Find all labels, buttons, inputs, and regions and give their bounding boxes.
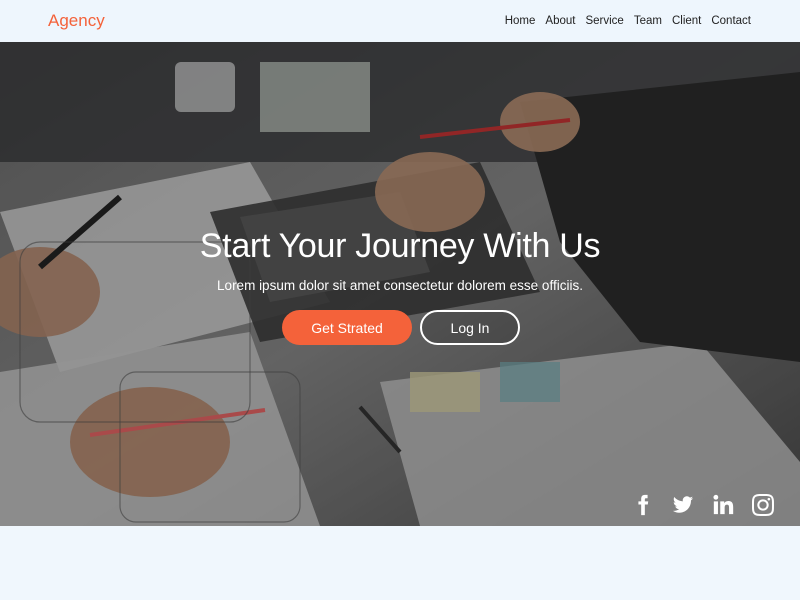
hero-subtitle: Lorem ipsum dolor sit amet consectetur d… — [217, 278, 583, 293]
nav-link-contact[interactable]: Contact — [711, 15, 751, 27]
twitter-icon[interactable] — [672, 494, 694, 516]
instagram-icon[interactable] — [752, 494, 774, 516]
linkedin-icon[interactable] — [712, 494, 734, 516]
hero-title: Start Your Journey With Us — [199, 227, 601, 265]
nav-link-about[interactable]: About — [545, 15, 575, 27]
nav-link-client[interactable]: Client — [672, 15, 701, 27]
navbar: Agency Home About Service Team Client Co… — [0, 0, 800, 42]
social-links — [632, 494, 774, 516]
hero-content: Start Your Journey With Us Lorem ipsum d… — [0, 226, 800, 345]
brand-logo[interactable]: Agency — [48, 11, 105, 31]
get-started-button[interactable]: Get Strated — [282, 310, 412, 345]
facebook-icon[interactable] — [632, 494, 654, 516]
nav-links: Home About Service Team Client Contact — [495, 15, 751, 27]
log-in-button[interactable]: Log In — [420, 310, 520, 345]
nav-link-home[interactable]: Home — [505, 15, 536, 27]
hero-section: Start Your Journey With Us Lorem ipsum d… — [0, 42, 800, 526]
nav-link-team[interactable]: Team — [634, 15, 662, 27]
nav-link-service[interactable]: Service — [585, 15, 623, 27]
below-hero-section — [0, 526, 800, 600]
hero-buttons: Get Strated Log In — [0, 310, 800, 345]
